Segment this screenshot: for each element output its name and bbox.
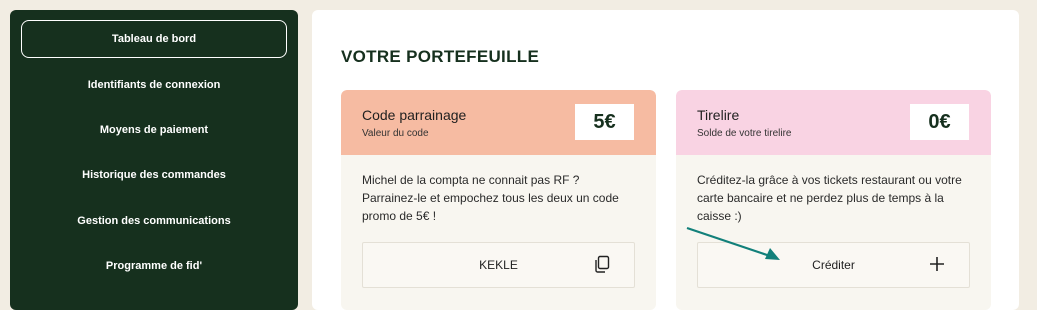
piggybank-amount: 0€ bbox=[910, 104, 969, 140]
sidebar-item-dashboard[interactable]: Tableau de bord bbox=[21, 20, 287, 58]
referral-description: Michel de la compta ne connait pas RF ? … bbox=[362, 173, 619, 223]
sidebar-item-communications[interactable]: Gestion des communications bbox=[21, 202, 287, 240]
main-panel: VOTRE PORTEFEUILLE Code parrainage Valeu… bbox=[312, 10, 1019, 310]
plus-icon bbox=[930, 257, 944, 271]
sidebar-item-loyalty-program[interactable]: Programme de fid' bbox=[21, 247, 287, 285]
page-title: VOTRE PORTEFEUILLE bbox=[341, 47, 540, 66]
referral-code: KEKLE bbox=[479, 258, 518, 272]
sidebar: Tableau de bord Identifiants de connexio… bbox=[10, 10, 298, 310]
referral-amount: 5€ bbox=[575, 104, 634, 140]
piggybank-card: Tirelire Solde de votre tirelire 0€ Créd… bbox=[676, 90, 991, 310]
referral-subtitle: Valeur du code bbox=[362, 128, 429, 139]
referral-card-header: Code parrainage Valeur du code 5€ bbox=[341, 90, 656, 155]
piggybank-title: Tirelire bbox=[697, 107, 740, 123]
referral-title: Code parrainage bbox=[362, 107, 467, 123]
credit-button[interactable]: Créditer bbox=[697, 242, 970, 288]
piggybank-description: Créditez-la grâce à vos tickets restaura… bbox=[697, 173, 962, 223]
credit-button-label: Créditer bbox=[812, 258, 855, 272]
copy-icon[interactable] bbox=[592, 254, 612, 274]
sidebar-item-order-history[interactable]: Historique des commandes bbox=[21, 156, 287, 194]
referral-card: Code parrainage Valeur du code 5€ Michel… bbox=[341, 90, 656, 310]
piggybank-subtitle: Solde de votre tirelire bbox=[697, 128, 792, 139]
copy-code-button[interactable]: KEKLE bbox=[362, 242, 635, 288]
piggybank-card-header: Tirelire Solde de votre tirelire 0€ bbox=[676, 90, 991, 155]
sidebar-item-login-credentials[interactable]: Identifiants de connexion bbox=[21, 66, 287, 104]
sidebar-item-payment-methods[interactable]: Moyens de paiement bbox=[21, 111, 287, 149]
